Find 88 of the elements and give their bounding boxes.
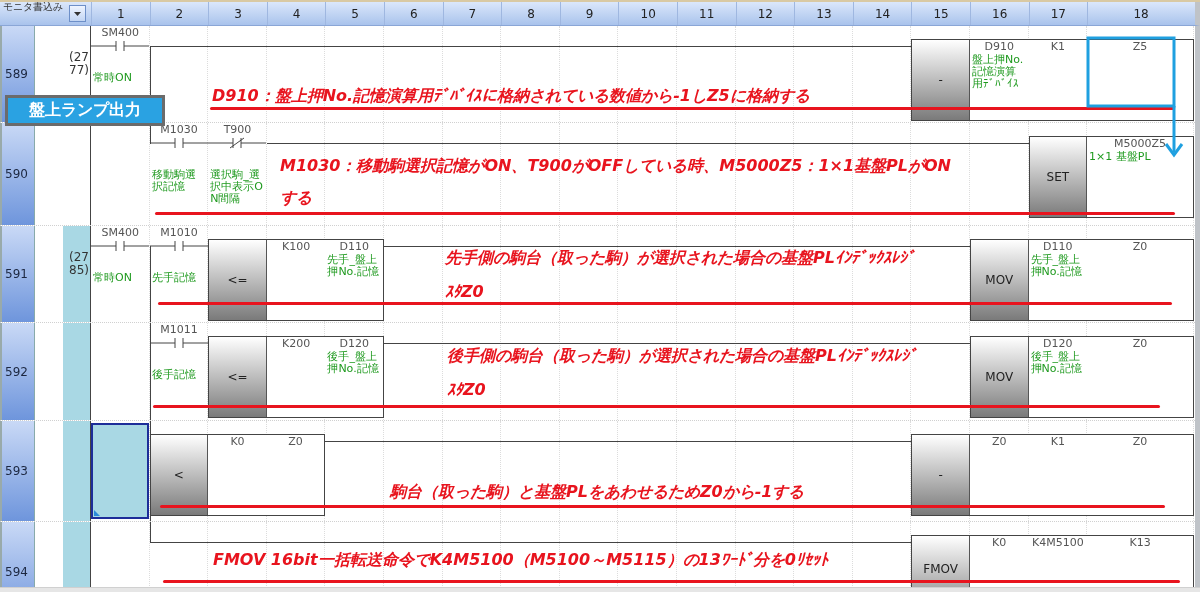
operand-label: K13: [1128, 536, 1152, 550]
operand-label: Z0: [287, 435, 304, 449]
device-label: M1011: [159, 323, 199, 337]
annotation-text: FMOV 16bit一括転送命令でK4M5100（M5100～M5115）の13ﾜｰﾄﾞ分を0ﾘｾｯﾄ: [213, 550, 828, 570]
column-header: 13: [794, 2, 853, 25]
device-comment: 移動駒選択記憶: [150, 169, 197, 193]
operand-label: D120: [1042, 337, 1074, 350]
annotation-text: D910：盤上押No.記憶演算用ﾃﾞﾊﾞｲｽに格納されている数値から-1しZ5に格納する: [212, 86, 810, 106]
rung-number: 590: [0, 123, 35, 225]
column-header: 17: [1028, 2, 1088, 25]
operand-label: Z5: [1131, 40, 1149, 54]
column-header: 1: [91, 2, 150, 25]
mode-label: モニタ書込み: [2, 2, 63, 14]
operand-label: D910: [983, 40, 1015, 54]
operand-label: Z0: [1131, 240, 1149, 254]
column-header: 10: [618, 2, 677, 25]
column-header: 11: [676, 2, 736, 25]
device-comment: 選択駒_選択中表示ON間隔: [209, 169, 264, 205]
instruction-label: MOV: [970, 337, 1029, 417]
annotation-text: ｽﾀZ0: [447, 380, 487, 400]
device-comment: 先手記憶: [150, 272, 197, 284]
device-comment: 先手_盤上押No.記憶: [1029, 254, 1083, 278]
instruction-label: MOV: [970, 240, 1029, 320]
column-header: 14: [852, 2, 912, 25]
operand-label: K100: [280, 240, 312, 254]
column-header: 6: [383, 2, 443, 25]
column-header: 15: [911, 2, 970, 25]
column-header: 3: [208, 2, 267, 25]
operand-label: M5000Z5: [1113, 137, 1168, 151]
device-comment: 後手_盤上押No.記憶: [326, 351, 380, 375]
operand-label: K0: [991, 536, 1008, 550]
horizontal-scrollbar[interactable]: [0, 587, 1200, 592]
corner-icon: [94, 510, 100, 516]
step-number: (2777): [68, 51, 90, 77]
instruction-label: <: [150, 435, 209, 515]
device-label: M1030: [159, 123, 199, 137]
annotation-text: 後手側の駒台（取った駒）が選択された場合の基盤PLｲﾝﾃﾞｯｸｽﾚｼﾞ: [447, 346, 917, 366]
device-comment: 常時ON: [92, 272, 133, 284]
device-label: SM400: [100, 226, 141, 240]
dropdown-button[interactable]: [68, 5, 86, 22]
rung-number: 594: [0, 522, 35, 587]
rung-number: 593: [0, 421, 35, 521]
operand-label: K0: [229, 435, 246, 449]
column-header: 4: [266, 2, 326, 25]
operand-label: Z0: [1131, 435, 1149, 449]
device-comment: 先手_盤上押No.記憶: [326, 254, 380, 278]
device-comment: 盤上押No.記憶演算用ﾃﾞﾊﾞｲｽ: [970, 54, 1025, 90]
instruction-label: FMOV: [912, 536, 970, 587]
device-comment: 常時ON: [92, 72, 133, 84]
device-comment: 後手_盤上押No.記憶: [1029, 351, 1083, 375]
operand-label: K200: [280, 337, 312, 351]
rung-number: 592: [0, 323, 35, 420]
device-comment: 後手記憶: [150, 369, 197, 381]
operand-label: K4M5100: [1030, 536, 1085, 550]
operand-label: K1: [1049, 40, 1066, 54]
device-label: M1010: [159, 226, 199, 240]
instruction-label: <=: [209, 240, 267, 320]
caret-icon: [73, 11, 81, 16]
device-comment: 1×1 基盤PL: [1088, 151, 1152, 163]
column-header: 16: [969, 2, 1029, 25]
operand-label: D120: [338, 337, 370, 350]
annotation-text: M1030：移動駒選択記憶がON、T900がOFFしている時、M5000Z5：1×1基盤PLがON: [280, 156, 951, 176]
operand-label: K1: [1049, 435, 1066, 449]
section-label: 盤上ランプ出力: [5, 95, 165, 126]
instruction-label: -: [912, 435, 970, 515]
annotation-text: 先手側の駒台（取った駒）が選択された場合の基盤PLｲﾝﾃﾞｯｸｽﾚｼﾞ: [445, 248, 915, 268]
annotation-text: ｽﾀZ0: [445, 282, 485, 302]
column-header: 18: [1087, 2, 1195, 25]
instruction-label: -: [912, 40, 970, 120]
operand-label: Z0: [990, 435, 1008, 449]
device-label: SM400: [100, 26, 141, 40]
annotation-text: 駒台（取った駒）と基盤PLをあわせるためZ0から-1する: [390, 482, 805, 502]
operand-label: Z0: [1131, 337, 1149, 351]
operand-label: D110: [1042, 240, 1074, 253]
column-header: 9: [559, 2, 619, 25]
column-header: 2: [149, 2, 209, 25]
column-header: 8: [501, 2, 560, 25]
device-label: T900: [222, 123, 253, 137]
instruction-label: <=: [209, 337, 267, 417]
operand-label: D110: [338, 240, 370, 253]
rung-number: 591: [0, 226, 35, 322]
annotation-text: する: [280, 188, 313, 208]
selected-cell[interactable]: [91, 423, 149, 519]
column-header: 12: [735, 2, 795, 25]
column-header: 5: [325, 2, 384, 25]
step-number: (2785): [68, 251, 90, 277]
column-header: 7: [442, 2, 502, 25]
instruction-label: SET: [1029, 137, 1088, 217]
